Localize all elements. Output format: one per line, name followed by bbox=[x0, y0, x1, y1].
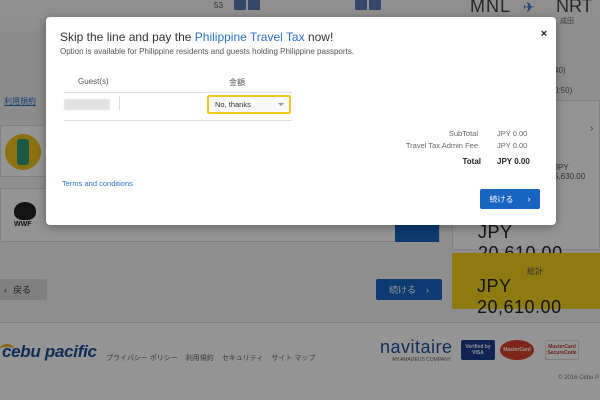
guest-table: Guest(s) 金額 No, thanks bbox=[64, 77, 292, 121]
modal-title-prefix: Skip the line and pay the bbox=[60, 30, 195, 44]
chevron-down-icon bbox=[278, 103, 284, 106]
subtotal-value: JPY 0.00 bbox=[497, 129, 528, 138]
modal-title-suffix: now! bbox=[304, 30, 334, 44]
column-header-amount: 金額 bbox=[229, 78, 245, 87]
subtotal-row: SubTotal JPY 0.00 bbox=[396, 129, 536, 141]
tax-summary: SubTotal JPY 0.00 Travel Tax Admin Fee J… bbox=[396, 129, 536, 171]
modal-title: Skip the line and pay the Philippine Tra… bbox=[60, 30, 333, 44]
total-row: Total JPY 0.00 bbox=[396, 157, 536, 171]
select-value: No, thanks bbox=[215, 100, 251, 109]
table-row: No, thanks bbox=[64, 93, 292, 121]
travel-tax-select[interactable]: No, thanks bbox=[207, 95, 291, 114]
modal-subtitle: Option is available for Philippine resid… bbox=[60, 47, 354, 56]
chevron-right-icon: › bbox=[527, 194, 531, 204]
total-label: Total bbox=[462, 157, 481, 166]
subtotal-label: SubTotal bbox=[448, 129, 478, 138]
terms-link[interactable]: Terms and conditions bbox=[62, 179, 133, 188]
table-header: Guest(s) 金額 bbox=[64, 77, 292, 93]
admin-fee-label: Travel Tax Admin Fee bbox=[405, 141, 478, 150]
guest-name-redacted bbox=[64, 99, 110, 110]
philippine-travel-tax-link[interactable]: Philippine Travel Tax bbox=[195, 30, 305, 44]
admin-fee-row: Travel Tax Admin Fee JPY 0.00 bbox=[396, 141, 536, 153]
total-value: JPY 0.00 bbox=[497, 157, 530, 166]
column-header-guests: Guest(s) bbox=[78, 77, 109, 86]
continue-button-label: 続ける bbox=[489, 194, 514, 204]
travel-tax-modal: Skip the line and pay the Philippine Tra… bbox=[46, 17, 556, 225]
divider bbox=[119, 96, 120, 110]
close-icon[interactable]: × bbox=[538, 27, 550, 41]
admin-fee-value: JPY 0.00 bbox=[497, 141, 528, 150]
continue-button[interactable]: 続ける › bbox=[480, 189, 540, 209]
